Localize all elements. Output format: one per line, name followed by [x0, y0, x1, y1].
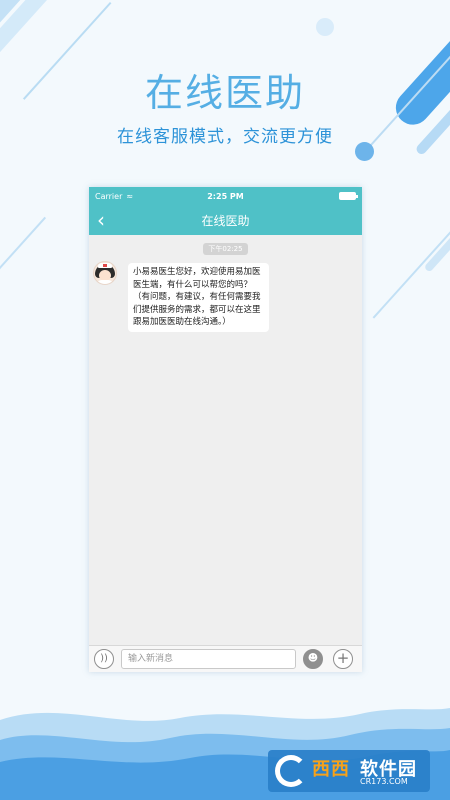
watermark-brand-a: 西西	[312, 759, 350, 780]
status-time: 2:25 PM	[207, 191, 244, 201]
chat-timestamp: 下午02:25	[203, 243, 248, 255]
decor-line	[0, 216, 46, 285]
emoji-icon[interactable]: ☻	[303, 649, 323, 669]
decor-circle	[316, 18, 334, 36]
nav-bar: ‹ 在线医助	[89, 205, 362, 235]
plus-icon[interactable]: +	[333, 649, 353, 669]
decor-line	[372, 213, 450, 319]
promo-subline: 在线客服模式，交流更方便	[117, 127, 333, 147]
battery-icon	[339, 192, 358, 200]
nurse-avatar-icon[interactable]	[93, 261, 117, 285]
input-bar: )) ☻ +	[89, 645, 362, 672]
phone-screen: Carrier ≈ 2:25 PM ‹ 在线医助 下午02:25 小易易医生您好…	[89, 187, 362, 672]
promo-headline: 在线医助	[144, 71, 305, 115]
nav-title: 在线医助	[201, 213, 250, 228]
voice-icon[interactable]: ))	[94, 649, 114, 669]
logo-icon	[275, 755, 307, 787]
message-input[interactable]	[121, 649, 296, 669]
watermark-logo: 西西 软件园 CR173.COM	[268, 750, 430, 792]
chat-area[interactable]: 下午02:25 小易易医生您好，欢迎使用易加医医生端，有什么可以帮您的吗？（有问…	[89, 235, 362, 644]
watermark-url: CR173.COM	[360, 777, 408, 786]
status-bar: Carrier ≈ 2:25 PM	[89, 187, 362, 205]
message-bubble[interactable]: 小易易医生您好，欢迎使用易加医医生端，有什么可以帮您的吗？（有问题，有建议，有任…	[128, 263, 269, 332]
back-icon[interactable]: ‹	[97, 208, 105, 232]
